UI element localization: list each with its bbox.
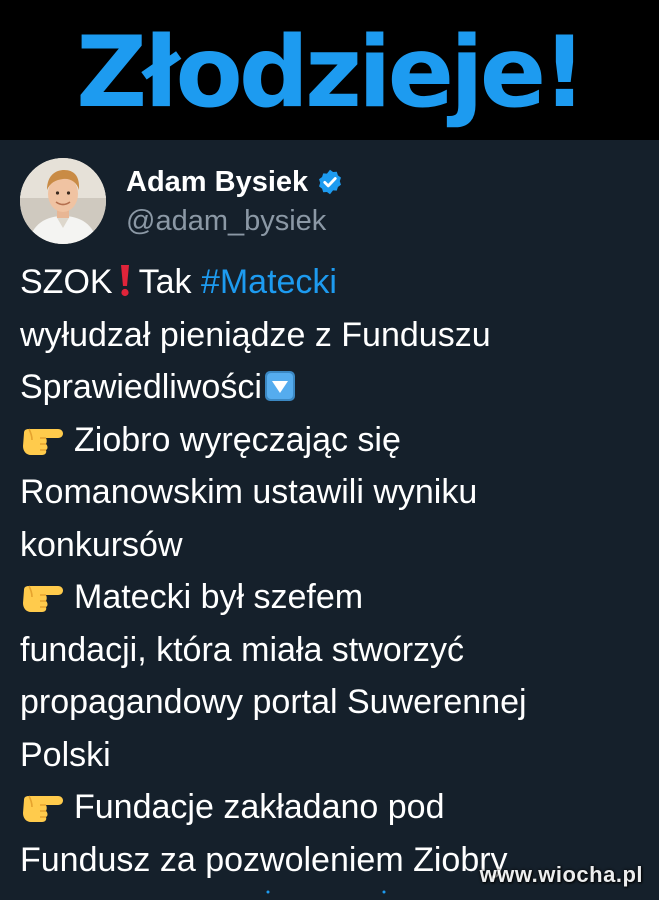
tweet-line: konkursów: [20, 525, 183, 564]
tweet-line: Matecki był szefem: [20, 571, 645, 624]
author-display-name[interactable]: Adam Bysiek: [126, 164, 308, 200]
tweet-text: SZOK: [20, 263, 113, 301]
tweet-line: Romanowskim ustawili wyniku: [20, 473, 478, 511]
tweet-line: Sprawiedliwości: [20, 361, 645, 414]
pointing-hand-icon: [23, 585, 63, 612]
headline-title: Złodzieje!: [76, 16, 587, 130]
author-handle[interactable]: @adam_bysiek: [126, 202, 344, 240]
divider: [266, 890, 386, 894]
watermark: www.wiocha.pl: [479, 862, 643, 887]
pointing-hand-icon: [23, 795, 63, 822]
pointing-hand-icon: [23, 428, 63, 455]
tweet-line: Ziobro wyręczając się: [20, 414, 645, 467]
avatar[interactable]: [20, 158, 106, 244]
tweet-author: Adam Bysiek @adam_bysiek: [126, 164, 344, 240]
tweet-text: Fundacje zakładano pod: [74, 788, 445, 826]
tweet-line: Fundacje zakładano pod: [20, 781, 645, 834]
tweet-body: SZOK Tak #Matecki wyłudzał pieniądze z Fu…: [20, 256, 645, 886]
tweet-text: Matecki był szefem: [74, 578, 364, 616]
tweet-card: Adam Bysiek @adam_bysiek SZOK Tak #Mateck…: [0, 140, 659, 900]
tweet-line: wyłudzał pieniądze z Funduszu: [20, 315, 491, 354]
tweet-text: Ziobro wyręczając się: [74, 420, 401, 459]
avatar-photo: [20, 158, 106, 244]
red-exclamation-icon: [120, 265, 129, 297]
down-arrow-button-icon: [264, 371, 295, 401]
headline-banner: Złodzieje!: [0, 0, 659, 140]
hashtag-link[interactable]: #Matecki: [201, 263, 337, 301]
verified-badge-icon: [319, 169, 342, 195]
tweet-line: Polski: [20, 735, 111, 774]
tweet-line: fundacji, która miała stworzyć: [20, 630, 465, 669]
tweet-line: SZOK Tak #Matecki: [20, 256, 645, 309]
tweet-text: Tak: [138, 263, 201, 301]
tweet-text: Sprawiedliwości: [20, 368, 262, 406]
tweet-line: propagandowy portal Suwerennej: [20, 683, 527, 721]
